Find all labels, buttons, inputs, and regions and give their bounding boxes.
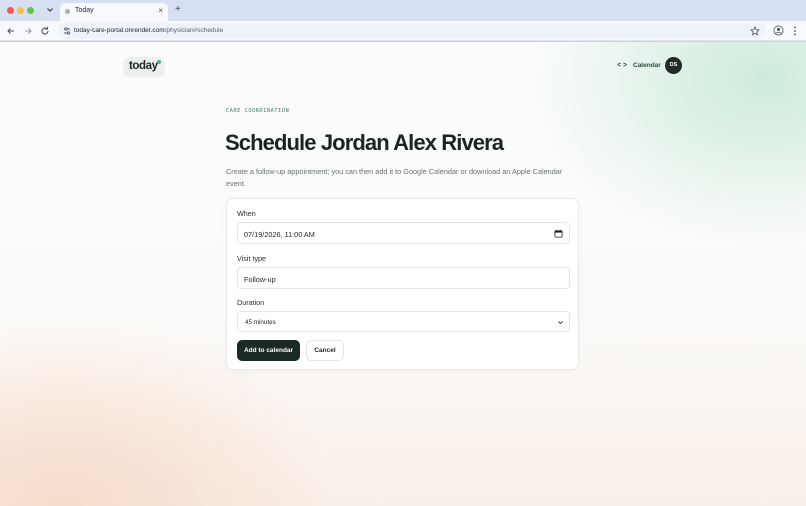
tab-favicon xyxy=(65,9,70,14)
tab-title: Today xyxy=(75,7,94,14)
url-path: /physician#schedule xyxy=(164,27,224,34)
menu-kebab-icon[interactable] xyxy=(791,25,799,37)
cancel-button[interactable]: Cancel xyxy=(306,340,344,361)
duration-label: Duration xyxy=(237,298,265,307)
calendar-icon[interactable] xyxy=(554,229,563,238)
url-domain: today-care-portal.onrender.com xyxy=(74,27,165,34)
nav-calendar-link[interactable]: Calendar xyxy=(633,62,661,69)
add-to-calendar-button[interactable]: Add to calendar xyxy=(237,340,300,361)
url-text: today-care-portal.onrender.com/physician… xyxy=(74,27,223,34)
tab-list-icon[interactable] xyxy=(45,5,55,15)
when-value: 07/19/2026, 11:00 AM xyxy=(244,230,315,239)
avatar[interactable]: DS xyxy=(665,57,682,74)
code-icon[interactable]: < > xyxy=(617,62,627,69)
chevron-down-icon xyxy=(558,321,563,325)
browser-toolbar: today-care-portal.onrender.com/physician… xyxy=(0,21,806,41)
close-window-button[interactable] xyxy=(7,7,14,14)
browser-tab[interactable]: Today × xyxy=(60,3,168,21)
browser-titlebar: Today × + xyxy=(0,0,806,21)
when-datetime-input[interactable]: 07/19/2026, 11:00 AM xyxy=(237,222,570,244)
page-subtitle: Create a follow-up appointment; you can … xyxy=(226,167,563,188)
visit-type-label: Visit type xyxy=(237,254,267,263)
visit-type-input[interactable]: Follow-up xyxy=(237,267,570,289)
site-info-icon[interactable] xyxy=(62,25,72,37)
when-label: When xyxy=(237,209,256,218)
page-content: today < > Calendar DS CARE COORDINATION … xyxy=(0,42,806,506)
page-title: Schedule Jordan Alex Rivera xyxy=(225,130,504,155)
duration-value: 45 minutes xyxy=(245,319,276,326)
logo-text: today xyxy=(129,60,158,72)
back-icon[interactable] xyxy=(5,25,17,37)
new-tab-button[interactable]: + xyxy=(175,4,181,16)
forward-icon[interactable] xyxy=(22,25,34,37)
bookmark-star-icon[interactable] xyxy=(750,26,760,36)
logo[interactable]: today xyxy=(124,57,164,76)
address-bar[interactable]: today-care-portal.onrender.com/physician… xyxy=(58,23,766,39)
tab-close-icon[interactable]: × xyxy=(158,6,163,16)
reload-icon[interactable] xyxy=(39,25,51,37)
duration-select[interactable]: 45 minutes xyxy=(237,311,570,332)
visit-type-value: Follow-up xyxy=(244,275,276,284)
minimize-window-button[interactable] xyxy=(17,7,24,14)
schedule-form-card: When 07/19/2026, 11:00 AM Visit type Fol… xyxy=(226,198,579,370)
section-eyebrow: CARE COORDINATION xyxy=(226,108,290,114)
maximize-window-button[interactable] xyxy=(27,7,34,14)
logo-dot xyxy=(157,60,161,64)
profile-icon[interactable] xyxy=(773,25,784,36)
